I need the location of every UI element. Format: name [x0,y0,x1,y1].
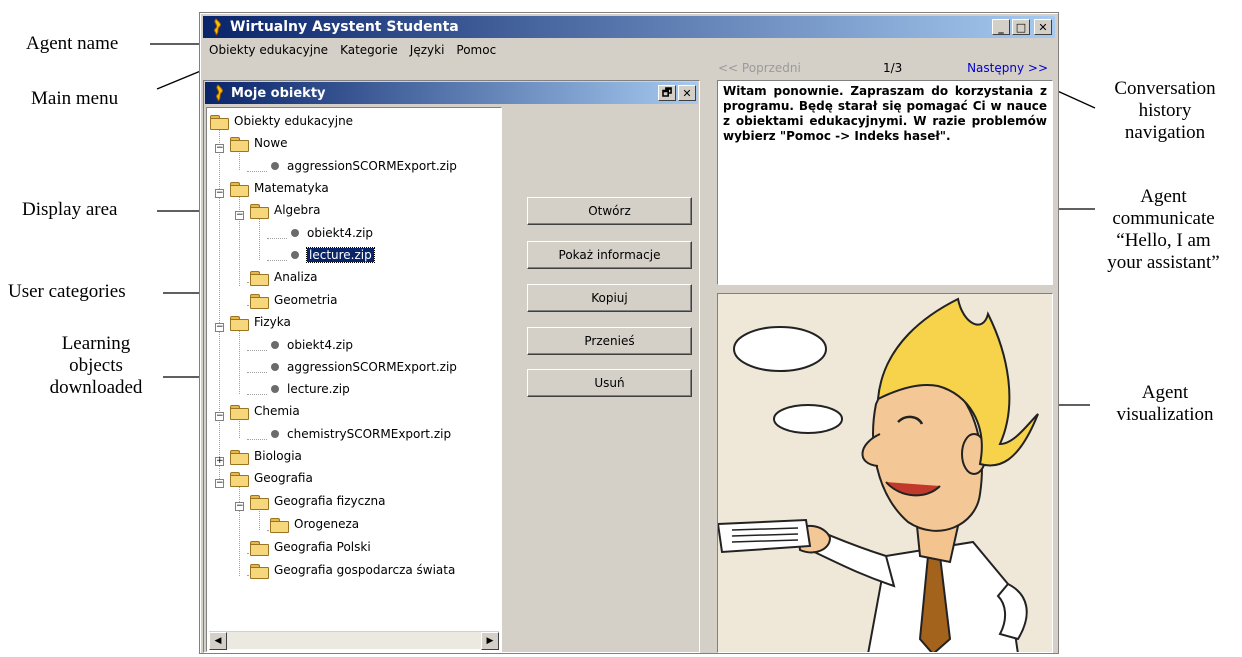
annotation-main-menu: Main menu [31,88,119,109]
folder-icon [229,181,249,197]
tree-node-folder[interactable]: Geografia [229,467,313,489]
delete-button[interactable]: Usuń [527,369,692,397]
next-link[interactable]: Następny >> [967,61,1048,75]
tree-node-folder[interactable]: Fizyka [229,311,291,333]
annotation-display-area: Display area [22,199,118,220]
menu-item-categories[interactable]: Kategorie [334,43,404,57]
folder-icon [249,540,269,556]
folder-icon [249,494,269,510]
tree-node-folder[interactable]: Orogeneza [269,513,359,535]
agent-character-illustration [718,297,1039,652]
collapse-toggle[interactable]: − [235,502,244,511]
collapse-toggle[interactable]: − [215,144,224,153]
main-menu: Obiekty edukacyjne Kategorie Języki Pomo… [203,40,1055,60]
maximize-button[interactable]: □ [1012,19,1030,35]
agent-message: Witam ponownie. Zapraszam do korzystania… [723,84,1047,143]
collapse-toggle[interactable]: − [235,211,244,220]
app-window: Wirtualny Asystent Studenta _ □ ✕ Obiekt… [199,12,1059,654]
agent-icon [215,84,223,102]
file-icon [271,430,279,438]
previous-link[interactable]: << Poprzedni [718,61,801,75]
annotation-agent-visualization: Agent visualization [1116,382,1214,425]
annotation-user-categories: User categories [8,281,126,302]
tree-node-folder[interactable]: Algebra [249,199,320,221]
tree-node-file[interactable]: obiekt4.zip [267,334,353,356]
title-bar[interactable]: Wirtualny Asystent Studenta _ □ ✕ [203,16,1055,38]
tree-node-folder[interactable]: Geometria [249,289,337,311]
panel-title: Moje obiekty [231,85,326,101]
folder-icon [229,449,249,465]
collapse-toggle[interactable]: − [215,412,224,421]
collapse-toggle[interactable]: − [215,189,224,198]
history-counter: 1/3 [883,61,903,75]
tree-node-file[interactable]: aggressionSCORMExport.zip [267,356,457,378]
scroll-right-button[interactable]: ▶ [481,632,499,650]
object-tree[interactable]: − − − − − + − − Obiekty edukacyjne Nowe … [206,107,502,652]
file-icon [271,385,279,393]
tree-node-folder[interactable]: Matematyka [229,177,329,199]
tree-node-file[interactable]: obiekt4.zip [287,222,373,244]
folder-icon [229,471,249,487]
tree-node-folder[interactable]: Nowe [229,132,288,154]
menu-item-languages[interactable]: Języki [404,43,451,57]
folder-icon [229,404,249,420]
agent-visualization [717,293,1053,653]
collapse-toggle[interactable]: − [215,323,224,332]
close-button[interactable]: ✕ [1034,19,1052,35]
tree-node-folder[interactable]: Biologia [229,445,302,467]
tree-node-file[interactable]: aggressionSCORMExport.zip [267,155,457,177]
file-icon [271,363,279,371]
scroll-left-button[interactable]: ◀ [209,632,227,650]
panel-title-bar[interactable]: Moje obiekty 🗗 ✕ [205,82,698,104]
open-button[interactable]: Otwórz [527,197,692,225]
file-icon [271,341,279,349]
minimize-button[interactable]: _ [992,19,1010,35]
tree-node-folder[interactable]: Obiekty edukacyjne [209,110,353,132]
tree-node-folder[interactable]: Geografia fizyczna [249,490,385,512]
expand-toggle[interactable]: + [215,457,224,466]
folder-icon [249,293,269,309]
window-title: Wirtualny Asystent Studenta [230,19,459,35]
restore-panel-button[interactable]: 🗗 [658,85,676,101]
menu-item-objects[interactable]: Obiekty edukacyjne [203,43,334,57]
folder-icon [249,203,269,219]
horizontal-scrollbar[interactable]: ◀ ▶ [209,631,499,650]
file-icon [291,251,299,259]
file-icon [291,229,299,237]
annotation-conversation-history: Conversation history navigation [1114,78,1216,143]
tree-node-folder[interactable]: Geografia gospodarcza świata [249,559,455,581]
tree-node-folder[interactable]: Analiza [249,266,318,288]
annotation-learning-objects: Learning objects downloaded [49,333,143,398]
move-button[interactable]: Przenieś [527,327,692,355]
conversation-history-nav: << Poprzedni 1/3 Następny >> [718,59,1048,77]
copy-button[interactable]: Kopiuj [527,284,692,312]
folder-icon [229,315,249,331]
file-icon [271,162,279,170]
folder-icon [229,136,249,152]
tree-node-file[interactable]: chemistrySCORMExport.zip [267,423,451,445]
folder-icon [209,114,229,130]
show-info-button[interactable]: Pokaż informacje [527,241,692,269]
tree-node-folder[interactable]: Chemia [229,400,300,422]
close-panel-button[interactable]: ✕ [678,85,696,101]
annotation-agent-communicate: Agent communicate “Hello, I am your assi… [1107,186,1220,273]
folder-icon [249,270,269,286]
folder-icon [249,563,269,579]
tree-node-folder[interactable]: Geografia Polski [249,536,371,558]
agent-message-box: Witam ponownie. Zapraszam do korzystania… [717,80,1053,285]
collapse-toggle[interactable]: − [215,479,224,488]
menu-item-help[interactable]: Pomoc [450,43,502,57]
folder-icon [269,517,289,533]
tree-node-file[interactable]: lecture.zip [267,378,350,400]
tree-node-file-selected[interactable]: lecture.zip [287,244,375,266]
annotation-agent-name: Agent name [26,33,119,54]
agent-icon [213,18,221,36]
my-objects-panel: Moje obiekty 🗗 ✕ − − − − − + − − Obiekty… [203,80,700,653]
